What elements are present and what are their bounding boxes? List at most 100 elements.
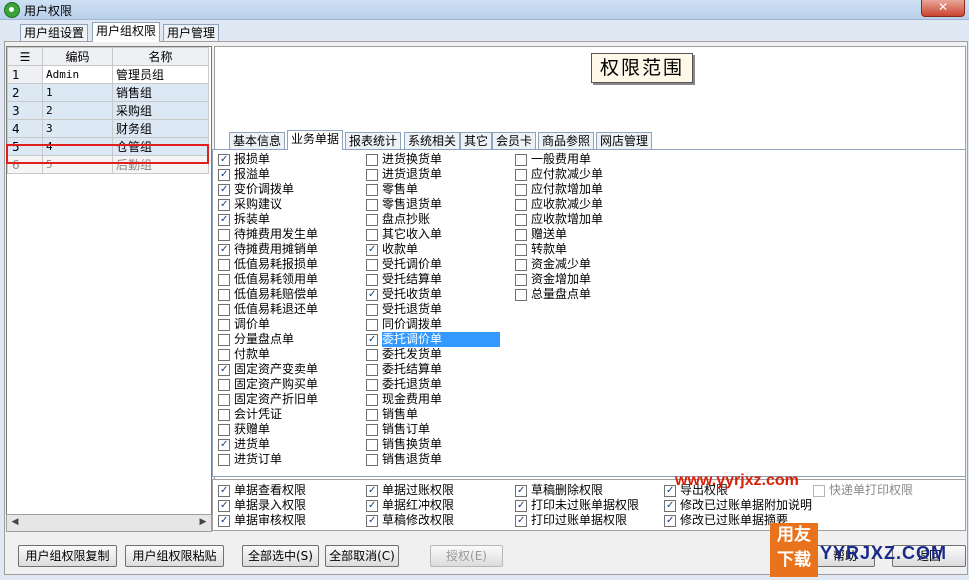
tab-system[interactable]: 系统相关 (404, 132, 461, 149)
checked-box-icon[interactable] (366, 242, 378, 257)
unchecked-box-icon[interactable] (218, 409, 230, 421)
unchecked-box-icon[interactable] (366, 199, 378, 211)
unchecked-box-icon[interactable] (366, 169, 378, 181)
unchecked-box-icon[interactable] (515, 229, 527, 241)
unchecked-box-icon[interactable] (218, 454, 230, 466)
checkbox-label: 进货单 (234, 437, 271, 451)
authorize-button[interactable]: 授权(E) (430, 545, 503, 567)
copy-permissions-button[interactable]: 用户组权限复制 (18, 545, 117, 567)
checkbox-label: 零售退货单 (382, 197, 443, 211)
unchecked-box-icon[interactable] (218, 424, 230, 436)
unchecked-box-icon[interactable] (515, 244, 527, 256)
unchecked-box-icon[interactable] (366, 454, 378, 466)
unchecked-box-icon[interactable] (515, 259, 527, 271)
tab-other[interactable]: 其它 (460, 132, 493, 149)
unchecked-box-icon[interactable] (366, 319, 378, 331)
checked-box-icon[interactable] (218, 483, 230, 498)
unchecked-box-icon[interactable] (218, 394, 230, 406)
checked-box-icon[interactable] (218, 362, 230, 377)
unchecked-box-icon[interactable] (218, 229, 230, 241)
unchecked-box-icon[interactable] (366, 349, 378, 361)
unchecked-box-icon[interactable] (515, 184, 527, 196)
scroll-left-icon[interactable]: ◀ (8, 516, 22, 529)
unchecked-box-icon[interactable] (218, 259, 230, 271)
tab-web-store[interactable]: 网店管理 (596, 132, 653, 149)
checkbox-label: 会计凭证 (234, 407, 283, 421)
checked-box-icon[interactable] (366, 498, 378, 513)
paste-permissions-button[interactable]: 用户组权限粘贴 (125, 545, 224, 567)
unchecked-box-icon[interactable] (366, 394, 378, 406)
checked-box-icon[interactable] (366, 332, 378, 347)
tab-business-docs[interactable]: 业务单据 (287, 130, 344, 150)
unchecked-box-icon[interactable] (218, 319, 230, 331)
checked-box-icon[interactable] (218, 242, 230, 257)
unchecked-box-icon[interactable] (366, 304, 378, 316)
table-row-selected[interactable]: 6 5 后勤组 (7, 155, 209, 174)
checkbox-label: 其它收入单 (382, 227, 443, 241)
unchecked-box-icon[interactable] (366, 259, 378, 271)
checked-box-icon[interactable] (218, 152, 230, 167)
grid-header-row: ☰ 编码 名称 (7, 47, 209, 66)
unchecked-box-icon[interactable] (515, 214, 527, 226)
checked-box-icon[interactable] (515, 498, 527, 513)
checkbox-label: 盘点抄账 (382, 212, 431, 226)
logo-top-text: 用友 (777, 525, 811, 545)
tab-reports[interactable]: 报表统计 (345, 132, 402, 149)
checked-box-icon[interactable] (515, 513, 527, 528)
table-row[interactable]: 1 Admin 管理员组 (7, 65, 209, 84)
checked-box-icon[interactable] (218, 212, 230, 227)
tab-basic-info[interactable]: 基本信息 (229, 132, 286, 149)
checkbox-label: 打印过账单据权限 (531, 513, 628, 527)
tab-user-group-settings[interactable]: 用户组设置 (20, 24, 89, 41)
unchecked-box-icon[interactable] (813, 485, 825, 497)
close-button[interactable]: ✕ (921, 0, 965, 17)
select-all-button[interactable]: 全部选中(S) (242, 545, 319, 567)
unchecked-box-icon[interactable] (218, 379, 230, 391)
table-row[interactable]: 4 3 财务组 (7, 119, 209, 138)
tab-user-management[interactable]: 用户管理 (163, 24, 220, 41)
checked-box-icon[interactable] (515, 483, 527, 498)
unchecked-box-icon[interactable] (515, 289, 527, 301)
scroll-right-icon[interactable]: ▶ (196, 516, 210, 529)
table-row[interactable]: 5 4 仓管组 (7, 137, 209, 156)
unchecked-box-icon[interactable] (366, 274, 378, 286)
unchecked-box-icon[interactable] (366, 439, 378, 451)
horizontal-scrollbar[interactable]: ◀ ▶ (6, 514, 212, 532)
cancel-all-button[interactable]: 全部取消(C) (325, 545, 399, 567)
unchecked-box-icon[interactable] (515, 199, 527, 211)
checked-box-icon[interactable] (218, 197, 230, 212)
unchecked-box-icon[interactable] (218, 289, 230, 301)
unchecked-box-icon[interactable] (515, 154, 527, 166)
checked-box-icon[interactable] (218, 167, 230, 182)
checked-box-icon[interactable] (366, 483, 378, 498)
unchecked-box-icon[interactable] (366, 364, 378, 376)
unchecked-box-icon[interactable] (218, 334, 230, 346)
unchecked-box-icon[interactable] (366, 409, 378, 421)
unchecked-box-icon[interactable] (366, 154, 378, 166)
checkbox-label: 进货订单 (234, 452, 283, 466)
table-row[interactable]: 2 1 销售组 (7, 83, 209, 102)
unchecked-box-icon[interactable] (366, 229, 378, 241)
unchecked-box-icon[interactable] (366, 214, 378, 226)
checked-box-icon[interactable] (218, 513, 230, 528)
unchecked-box-icon[interactable] (218, 349, 230, 361)
unchecked-box-icon[interactable] (366, 379, 378, 391)
checked-box-icon[interactable] (218, 498, 230, 513)
tab-user-group-permissions[interactable]: 用户组权限 (92, 22, 161, 42)
checked-box-icon[interactable] (218, 182, 230, 197)
unchecked-box-icon[interactable] (218, 274, 230, 286)
tab-member-card[interactable]: 会员卡 (492, 132, 537, 149)
unchecked-box-icon[interactable] (515, 169, 527, 181)
tab-product-ref[interactable]: 商品参照 (538, 132, 595, 149)
unchecked-box-icon[interactable] (366, 424, 378, 436)
unchecked-box-icon[interactable] (218, 304, 230, 316)
checked-box-icon[interactable] (664, 513, 676, 528)
unchecked-box-icon[interactable] (515, 274, 527, 286)
checked-box-icon[interactable] (664, 498, 676, 513)
table-row[interactable]: 3 2 采购组 (7, 101, 209, 120)
checked-box-icon[interactable] (218, 437, 230, 452)
checkbox-label: 草稿删除权限 (531, 483, 604, 497)
checked-box-icon[interactable] (366, 287, 378, 302)
unchecked-box-icon[interactable] (366, 184, 378, 196)
checked-box-icon[interactable] (366, 513, 378, 528)
